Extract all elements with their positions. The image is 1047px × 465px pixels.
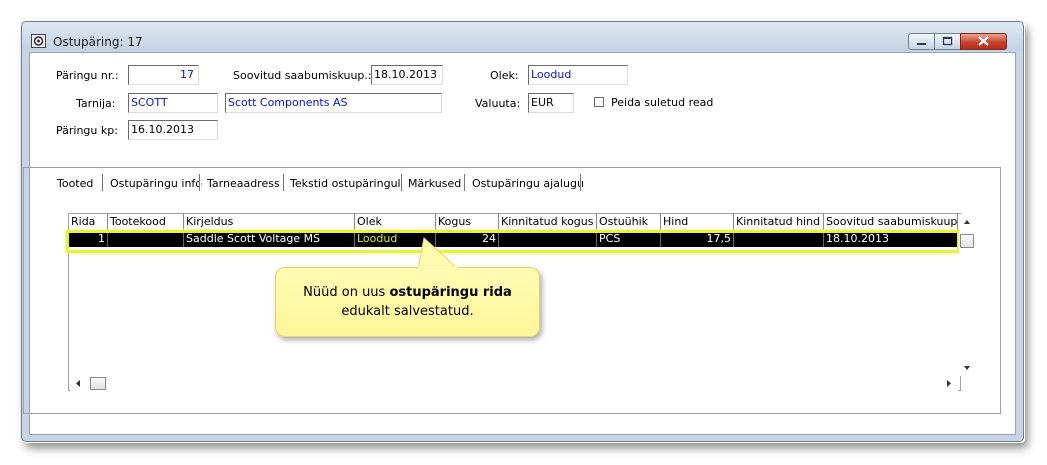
scroll-down-icon[interactable] — [959, 362, 975, 374]
callout-text-end: edukalt salvestatud. — [341, 304, 474, 319]
olek-label: Olek: — [490, 69, 519, 82]
callout-pointer — [417, 237, 460, 270]
column-header-hind[interactable]: Hind — [661, 214, 734, 231]
maximize-icon — [942, 36, 953, 46]
column-header-soovitud-saabumiskuup[interactable]: Soovitud saabumiskuup. — [824, 214, 958, 231]
tab-separator — [580, 174, 582, 191]
tab-tarneaadress[interactable]: Tarneaadress — [207, 177, 280, 190]
window-title: Ostupäring: 17 — [53, 35, 143, 49]
tab-separator — [464, 174, 466, 191]
paringu-kp-label: Päringu kp: — [56, 124, 118, 137]
tab-tekstid-ostuparingul[interactable]: Tekstid ostupäringul — [290, 177, 401, 190]
valuuta-field[interactable]: EUR — [528, 93, 574, 113]
callout-pointer-join — [418, 266, 458, 269]
column-header-ostuuhik[interactable]: Ostuühik — [597, 214, 661, 231]
tab-tooted[interactable]: Tooted — [57, 177, 93, 190]
column-header-rida[interactable]: Rida — [69, 214, 108, 231]
olek-field[interactable]: Loodud — [528, 65, 628, 85]
valuuta-label: Valuuta: — [475, 97, 521, 110]
scroll-right-icon[interactable] — [943, 376, 955, 391]
vertical-scrollbar[interactable] — [959, 214, 975, 376]
soovitud-saabumiskuup-field[interactable]: 18.10.2013 — [371, 65, 443, 85]
soovitud-saabumiskuup-label: Soovitud saabumiskuup.: — [233, 69, 372, 82]
column-header-kirjeldus[interactable]: Kirjeldus — [184, 214, 355, 231]
callout-text-bold: ostupäringu rida — [389, 285, 512, 300]
tarnija-label: Tarnija: — [76, 97, 116, 110]
close-icon — [978, 36, 989, 46]
app-icon — [31, 34, 46, 48]
tab-ostuparingu-ajalugu[interactable]: Ostupäringu ajalugu — [472, 177, 584, 190]
vertical-scroll-thumb[interactable] — [960, 234, 974, 248]
paringu-kp-field[interactable]: 16.10.2013 — [128, 120, 218, 140]
tarnija-name-field[interactable]: Scott Components AS — [225, 93, 442, 113]
title-bar[interactable]: Ostupäring: 17 — [22, 22, 1023, 51]
active-tab-underline-gap — [50, 168, 102, 170]
info-callout: Nüüd on uus ostupäringu rida edukalt sal… — [275, 267, 540, 337]
column-header-tootekood[interactable]: Tootekood — [108, 214, 184, 231]
horizontal-scroll-thumb[interactable] — [90, 377, 106, 390]
maximize-button[interactable] — [934, 33, 961, 50]
tab-markused[interactable]: Märkused — [408, 177, 461, 190]
callout-text-start: Nüüd on uus — [303, 285, 390, 300]
minimize-icon — [917, 43, 926, 45]
tab-separator — [199, 174, 201, 191]
column-header-kogus[interactable]: Kogus — [436, 214, 499, 231]
close-button[interactable] — [960, 33, 1007, 50]
horizontal-scrollbar[interactable] — [70, 376, 958, 391]
peida-suletud-read-label: Peida suletud read — [611, 96, 714, 109]
column-header-kinnitatud-kogus[interactable]: Kinnitatud kogus — [499, 214, 597, 231]
tab-ostuparingu-info[interactable]: Ostupäringu info — [110, 177, 202, 190]
tab-separator — [102, 174, 104, 191]
tab-separator — [401, 174, 403, 191]
tab-separator — [283, 174, 285, 191]
paringu-nr-field[interactable]: 17 — [128, 65, 199, 85]
minimize-button[interactable] — [908, 33, 935, 50]
paringu-nr-label: Päringu nr.: — [56, 69, 119, 82]
column-header-kinnitatud-hind[interactable]: Kinnitatud hind — [734, 214, 824, 231]
row-highlight — [66, 230, 960, 253]
column-header-olek[interactable]: Olek — [355, 214, 436, 231]
tarnija-code-field[interactable]: SCOTT — [128, 93, 218, 113]
scroll-up-icon[interactable] — [959, 216, 975, 228]
scroll-left-icon[interactable] — [72, 376, 84, 391]
peida-suletud-read-checkbox[interactable] — [594, 97, 604, 107]
